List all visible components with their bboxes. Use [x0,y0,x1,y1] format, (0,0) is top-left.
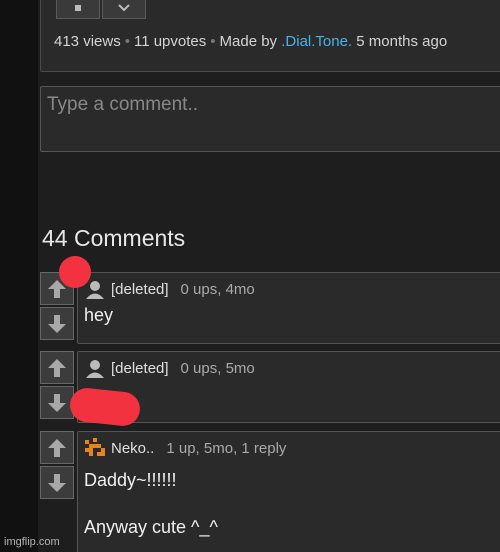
post-time: 5 months ago [356,33,448,50]
comment-info: 0 ups, 4mo [180,280,255,298]
comment-header: Neko.. 1 up, 5mo, 1 reply [78,432,500,464]
comment-header: [deleted] 0 ups, 4mo [78,273,500,305]
post-vote-buttons [56,0,146,19]
comment-text-line-2: Anyway cute ^_^ [84,517,218,537]
comment-username[interactable]: [deleted] [111,360,169,377]
upvote-button[interactable] [40,431,74,464]
post-downvote-button[interactable] [102,0,146,19]
comment-username[interactable]: [deleted] [111,281,169,298]
comment-body: [deleted] 0 ups, 4mo hey [77,272,500,344]
page-edge [0,0,38,552]
default-user-icon [86,281,104,299]
comment-info: 0 ups, 5mo [180,359,255,377]
comment-header: [deleted] 0 ups, 5mo [78,352,500,384]
default-user-icon [86,360,104,378]
upvote-button[interactable] [40,351,74,384]
post-upvote-button[interactable] [56,0,100,19]
chevron-down-icon [118,4,130,12]
comment-votes [40,431,76,501]
arrow-down-icon [48,393,66,412]
arrow-up-icon [48,358,66,377]
upvote-count: 11 upvotes [133,33,207,50]
comment-text: hey [84,305,114,325]
downvote-button[interactable] [40,307,74,340]
made-by-label: Made by [219,33,278,50]
arrow-down-icon [48,314,66,333]
comment-item: Neko.. 1 up, 5mo, 1 reply Daddy~!!!!!! A… [40,431,500,552]
arrow-up-icon [48,438,66,457]
comment-item: [deleted] 0 ups, 4mo hey [40,272,500,344]
author-link[interactable]: .Dial.Tone. [281,33,352,50]
comments-heading: 44 Comments [42,225,186,251]
view-count: 413 views [54,33,121,50]
arrow-down-icon [48,473,66,492]
post-info-panel: 413 views • 11 upvotes • Made by .Dial.Tone.… [40,0,500,72]
red-annotation-dot [59,256,91,288]
comment-input[interactable] [40,86,500,152]
pixel-avatar-icon [85,438,105,456]
square-icon [75,5,81,11]
downvote-button[interactable] [40,466,74,499]
comment-body: [deleted] 0 ups, 5mo [77,351,500,423]
comment-text-line-1: Daddy~!!!!!! [84,470,177,490]
comment-username[interactable]: Neko.. [111,440,154,457]
comment-info: 1 up, 5mo, 1 reply [166,439,287,457]
downvote-button[interactable] [40,386,74,419]
post-meta: 413 views • 11 upvotes • Made by .Dial.Tone.… [54,33,448,50]
comment-body: Neko.. 1 up, 5mo, 1 reply Daddy~!!!!!! A… [77,431,500,552]
watermark: imgflip.com [4,536,60,548]
